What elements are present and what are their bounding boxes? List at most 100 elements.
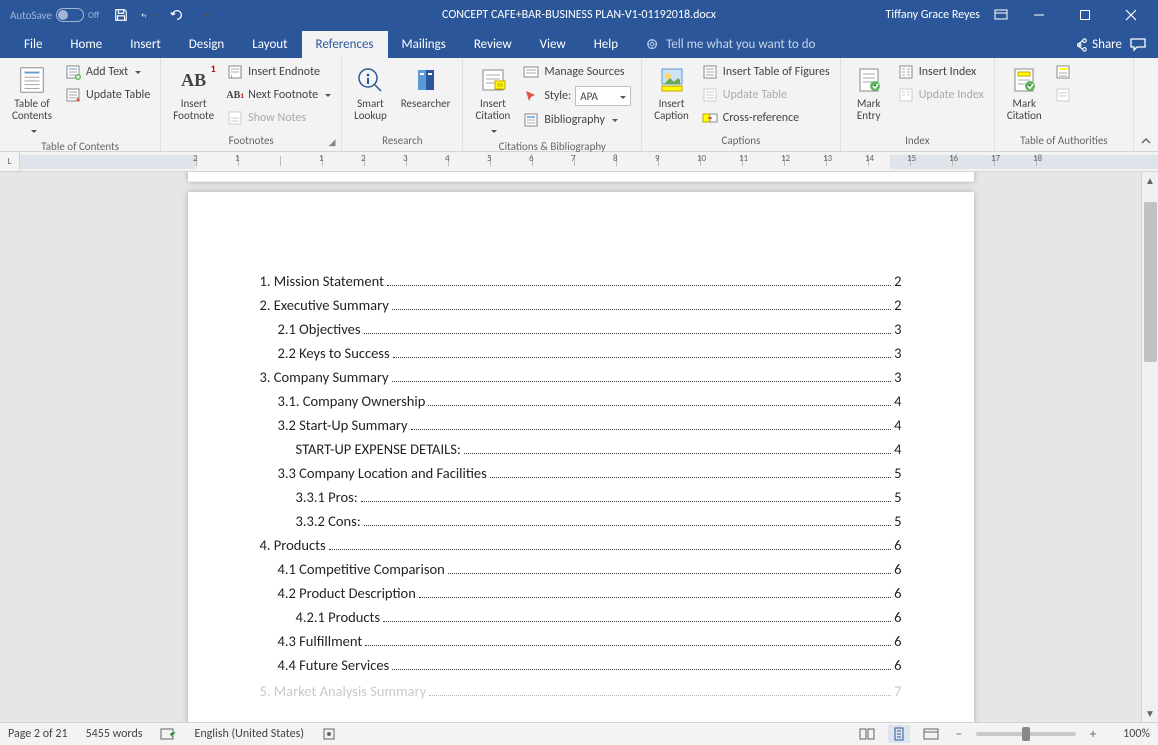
macro-icon[interactable] — [322, 727, 336, 741]
ruler-corner[interactable]: L — [0, 152, 20, 172]
toc-entry[interactable]: 4.3 Fulfillment6 — [260, 632, 902, 650]
toc-entry-title: 4.2 Product Description — [278, 584, 416, 602]
menu-tab-file[interactable]: File — [10, 31, 56, 58]
qat-customize-icon[interactable] — [197, 7, 213, 23]
save-icon[interactable] — [113, 7, 129, 23]
autosave-toggle[interactable]: AutoSave Off — [10, 8, 99, 22]
menu-tab-view[interactable]: View — [526, 31, 580, 58]
redo-icon[interactable] — [169, 7, 185, 23]
update-caption-table-button: Update Table — [699, 85, 832, 105]
toc-entry[interactable]: 3. Company Summary3 — [260, 368, 902, 386]
menu-tab-insert[interactable]: Insert — [116, 31, 175, 58]
horizontal-ruler[interactable]: 21123456789101112131415161718 — [20, 152, 1158, 172]
menu-tab-layout[interactable]: Layout — [238, 31, 301, 58]
toc-entry[interactable]: 4.4 Future Services6 — [260, 656, 902, 674]
mark-citation-icon — [1008, 64, 1040, 96]
word-count[interactable]: 5455 words — [86, 727, 143, 741]
style-dropdown[interactable]: APA — [575, 86, 631, 106]
spellcheck-icon[interactable] — [160, 727, 176, 741]
toc-entry-title: 1. Mission Statement — [260, 272, 384, 290]
mark-entry-button[interactable]: Mark Entry — [849, 62, 889, 124]
user-name[interactable]: Tiffany Grace Reyes — [885, 8, 980, 22]
toc-entry[interactable]: 2.2 Keys to Success3 — [260, 344, 902, 362]
toc-entry[interactable]: 3.3.2 Cons:5 — [260, 512, 902, 530]
comments-icon[interactable] — [1130, 38, 1146, 52]
toc-entry[interactable]: 4.1 Competitive Comparison6 — [260, 560, 902, 578]
toc-entry[interactable]: 1. Mission Statement2 — [260, 272, 902, 290]
collapse-ribbon-icon[interactable] — [1140, 135, 1152, 147]
previous-page-edge — [188, 172, 974, 182]
web-layout-button[interactable] — [920, 725, 942, 743]
smart-lookup-button[interactable]: Smart Lookup — [350, 62, 391, 124]
add-text-button[interactable]: Add Text — [62, 62, 152, 82]
mark-citation-button[interactable]: Mark Citation — [1003, 62, 1046, 124]
cross-reference-button[interactable]: Cross-reference — [699, 108, 832, 128]
share-button[interactable]: Share — [1074, 37, 1122, 52]
toc-leader-dots — [364, 525, 891, 526]
insert-caption-button[interactable]: Insert Caption — [650, 62, 693, 124]
researcher-button[interactable]: Researcher — [397, 62, 455, 112]
zoom-slider[interactable] — [976, 732, 1076, 736]
menu-tab-design[interactable]: Design — [175, 31, 238, 58]
zoom-thumb[interactable] — [1022, 727, 1030, 741]
toc-entry[interactable]: 3.2 Start-Up Summary4 — [260, 416, 902, 434]
toc-entry-page: 3 — [894, 368, 901, 386]
minimize-button[interactable] — [1016, 0, 1062, 30]
menu-tab-help[interactable]: Help — [580, 31, 632, 58]
toc-entry-page: 5 — [894, 464, 901, 482]
dialog-launcher-icon[interactable]: ◢ — [326, 136, 338, 148]
tell-me-search[interactable]: Tell me what you want to do — [646, 37, 815, 58]
vertical-scrollbar[interactable]: ▲ ▼ — [1141, 172, 1158, 722]
toc-entry[interactable]: 4.2 Product Description6 — [260, 584, 902, 602]
insert-table-of-figures-button[interactable]: Insert Table of Figures — [699, 62, 832, 82]
scroll-down-icon[interactable]: ▼ — [1142, 705, 1158, 722]
toc-entry[interactable]: 2. Executive Summary2 — [260, 296, 902, 314]
toc-entry[interactable]: 4.2.1 Products6 — [260, 608, 902, 626]
toc-entry[interactable]: 3.3.1 Pros:5 — [260, 488, 902, 506]
update-caption-table-icon — [701, 86, 719, 104]
toc-entry[interactable]: START-UP EXPENSE DETAILS:4 — [260, 440, 902, 458]
insert-authorities-button[interactable] — [1052, 62, 1074, 82]
print-layout-button[interactable] — [888, 725, 910, 743]
menu-tab-references[interactable]: References — [302, 31, 388, 58]
document-viewport[interactable]: 1. Mission Statement2 2. Executive Summar… — [20, 172, 1141, 722]
bibliography-label: Bibliography — [544, 113, 605, 127]
toc-entry[interactable]: 3.1. Company Ownership4 — [260, 392, 902, 410]
manage-sources-button[interactable]: Manage Sources — [520, 62, 633, 82]
read-mode-button[interactable] — [856, 725, 878, 743]
table-of-contents-button[interactable]: Table of Contents — [8, 62, 56, 140]
scroll-up-icon[interactable]: ▲ — [1142, 172, 1158, 189]
update-table-button[interactable]: Update Table — [62, 85, 152, 105]
menu-tab-mailings[interactable]: Mailings — [388, 31, 460, 58]
bibliography-button[interactable]: Bibliography — [520, 110, 633, 130]
show-notes-icon — [226, 109, 244, 127]
undo-icon[interactable] — [141, 7, 157, 23]
toc-leader-dots — [392, 669, 891, 670]
toc-entry[interactable]: 3.3 Company Location and Facilities5 — [260, 464, 902, 482]
insert-index-button[interactable]: Insert Index — [895, 62, 986, 82]
zoom-out-button[interactable]: − — [952, 727, 966, 742]
next-footnote-button[interactable]: AB1 Next Footnote — [224, 85, 333, 105]
maximize-button[interactable] — [1062, 0, 1108, 30]
ribbon-display-icon[interactable] — [994, 8, 1008, 22]
chevron-down-icon — [28, 124, 37, 138]
zoom-in-button[interactable]: + — [1086, 727, 1100, 742]
language-indicator[interactable]: English (United States) — [194, 727, 304, 741]
smart-lookup-icon — [354, 64, 386, 96]
scroll-thumb[interactable] — [1144, 202, 1157, 362]
page-indicator[interactable]: Page 2 of 21 — [8, 727, 68, 741]
zoom-level[interactable]: 100% — [1110, 727, 1150, 741]
update-table-icon — [64, 86, 82, 104]
insert-citation-button[interactable]: Insert Citation — [471, 62, 514, 140]
toc-entry-page: 5 — [894, 512, 901, 530]
toc-entry-page: 6 — [894, 536, 901, 554]
insert-footnote-button[interactable]: AB1 Insert Footnote — [169, 62, 218, 124]
insert-endnote-button[interactable]: i Insert Endnote — [224, 62, 333, 82]
citation-style-selector[interactable]: Style: APA — [520, 85, 633, 107]
close-button[interactable] — [1108, 0, 1154, 30]
toc-entry-title: 4.3 Fulfillment — [278, 632, 363, 650]
menu-tab-review[interactable]: Review — [460, 31, 526, 58]
menu-tab-home[interactable]: Home — [56, 31, 116, 58]
toc-entry[interactable]: 2.1 Objectives3 — [260, 320, 902, 338]
toc-entry[interactable]: 4. Products6 — [260, 536, 902, 554]
